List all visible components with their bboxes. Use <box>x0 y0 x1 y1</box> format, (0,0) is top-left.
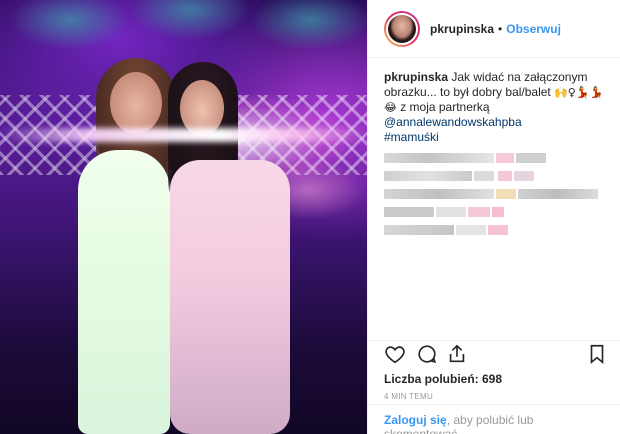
follow-button[interactable]: Obserwuj <box>506 22 561 36</box>
caption-emojis: 🙌♀💃💃 <box>554 86 604 99</box>
blurred-comment-line <box>384 171 594 181</box>
post-timestamp: 4 MIN TEMU <box>384 392 434 401</box>
login-link[interactable]: Zaloguj się <box>384 413 447 427</box>
post-header: pkrupinska • Obserwuj <box>368 0 620 58</box>
heart-icon[interactable] <box>384 343 406 365</box>
header-username[interactable]: pkrupinska <box>430 22 494 36</box>
action-bar <box>368 340 620 368</box>
palm-decoration <box>250 0 367 50</box>
caption-mention[interactable]: @annalewandowskahpba <box>384 115 604 130</box>
blurred-comments <box>368 153 620 235</box>
header-separator: • <box>498 21 503 36</box>
caption-username[interactable]: pkrupinska <box>384 70 448 84</box>
share-icon[interactable] <box>446 343 468 365</box>
woman-left-dress <box>78 150 170 434</box>
avatar-ring[interactable] <box>384 10 420 47</box>
palm-decoration <box>10 0 130 50</box>
bookmark-icon[interactable] <box>586 343 608 365</box>
woman-right-dress <box>170 160 290 434</box>
light-flare <box>0 128 367 142</box>
blurred-comment-line <box>384 225 584 235</box>
palm-decoration <box>130 0 250 40</box>
caption-hashtag[interactable]: #mamuśki <box>384 130 604 145</box>
login-prompt: Zaloguj się, aby polubić lub skomentować… <box>368 404 620 434</box>
comment-icon[interactable] <box>416 343 438 365</box>
blurred-comment-line <box>384 153 594 163</box>
caption-line2: z moja partnerką <box>400 100 490 114</box>
post-caption: pkrupinska Jak widać na załączonym obraz… <box>368 58 620 145</box>
post-side-panel: pkrupinska • Obserwuj pkrupinska Jak wid… <box>367 0 620 434</box>
blurred-comment-line <box>384 207 584 217</box>
avatar[interactable] <box>386 12 418 45</box>
woman-left-face <box>110 72 162 134</box>
post-photo[interactable] <box>0 0 367 434</box>
likes-count[interactable]: Liczba polubień: 698 <box>384 372 502 386</box>
blurred-comment-line <box>384 189 614 199</box>
caption-emoji-laugh: 😂 <box>384 101 397 114</box>
